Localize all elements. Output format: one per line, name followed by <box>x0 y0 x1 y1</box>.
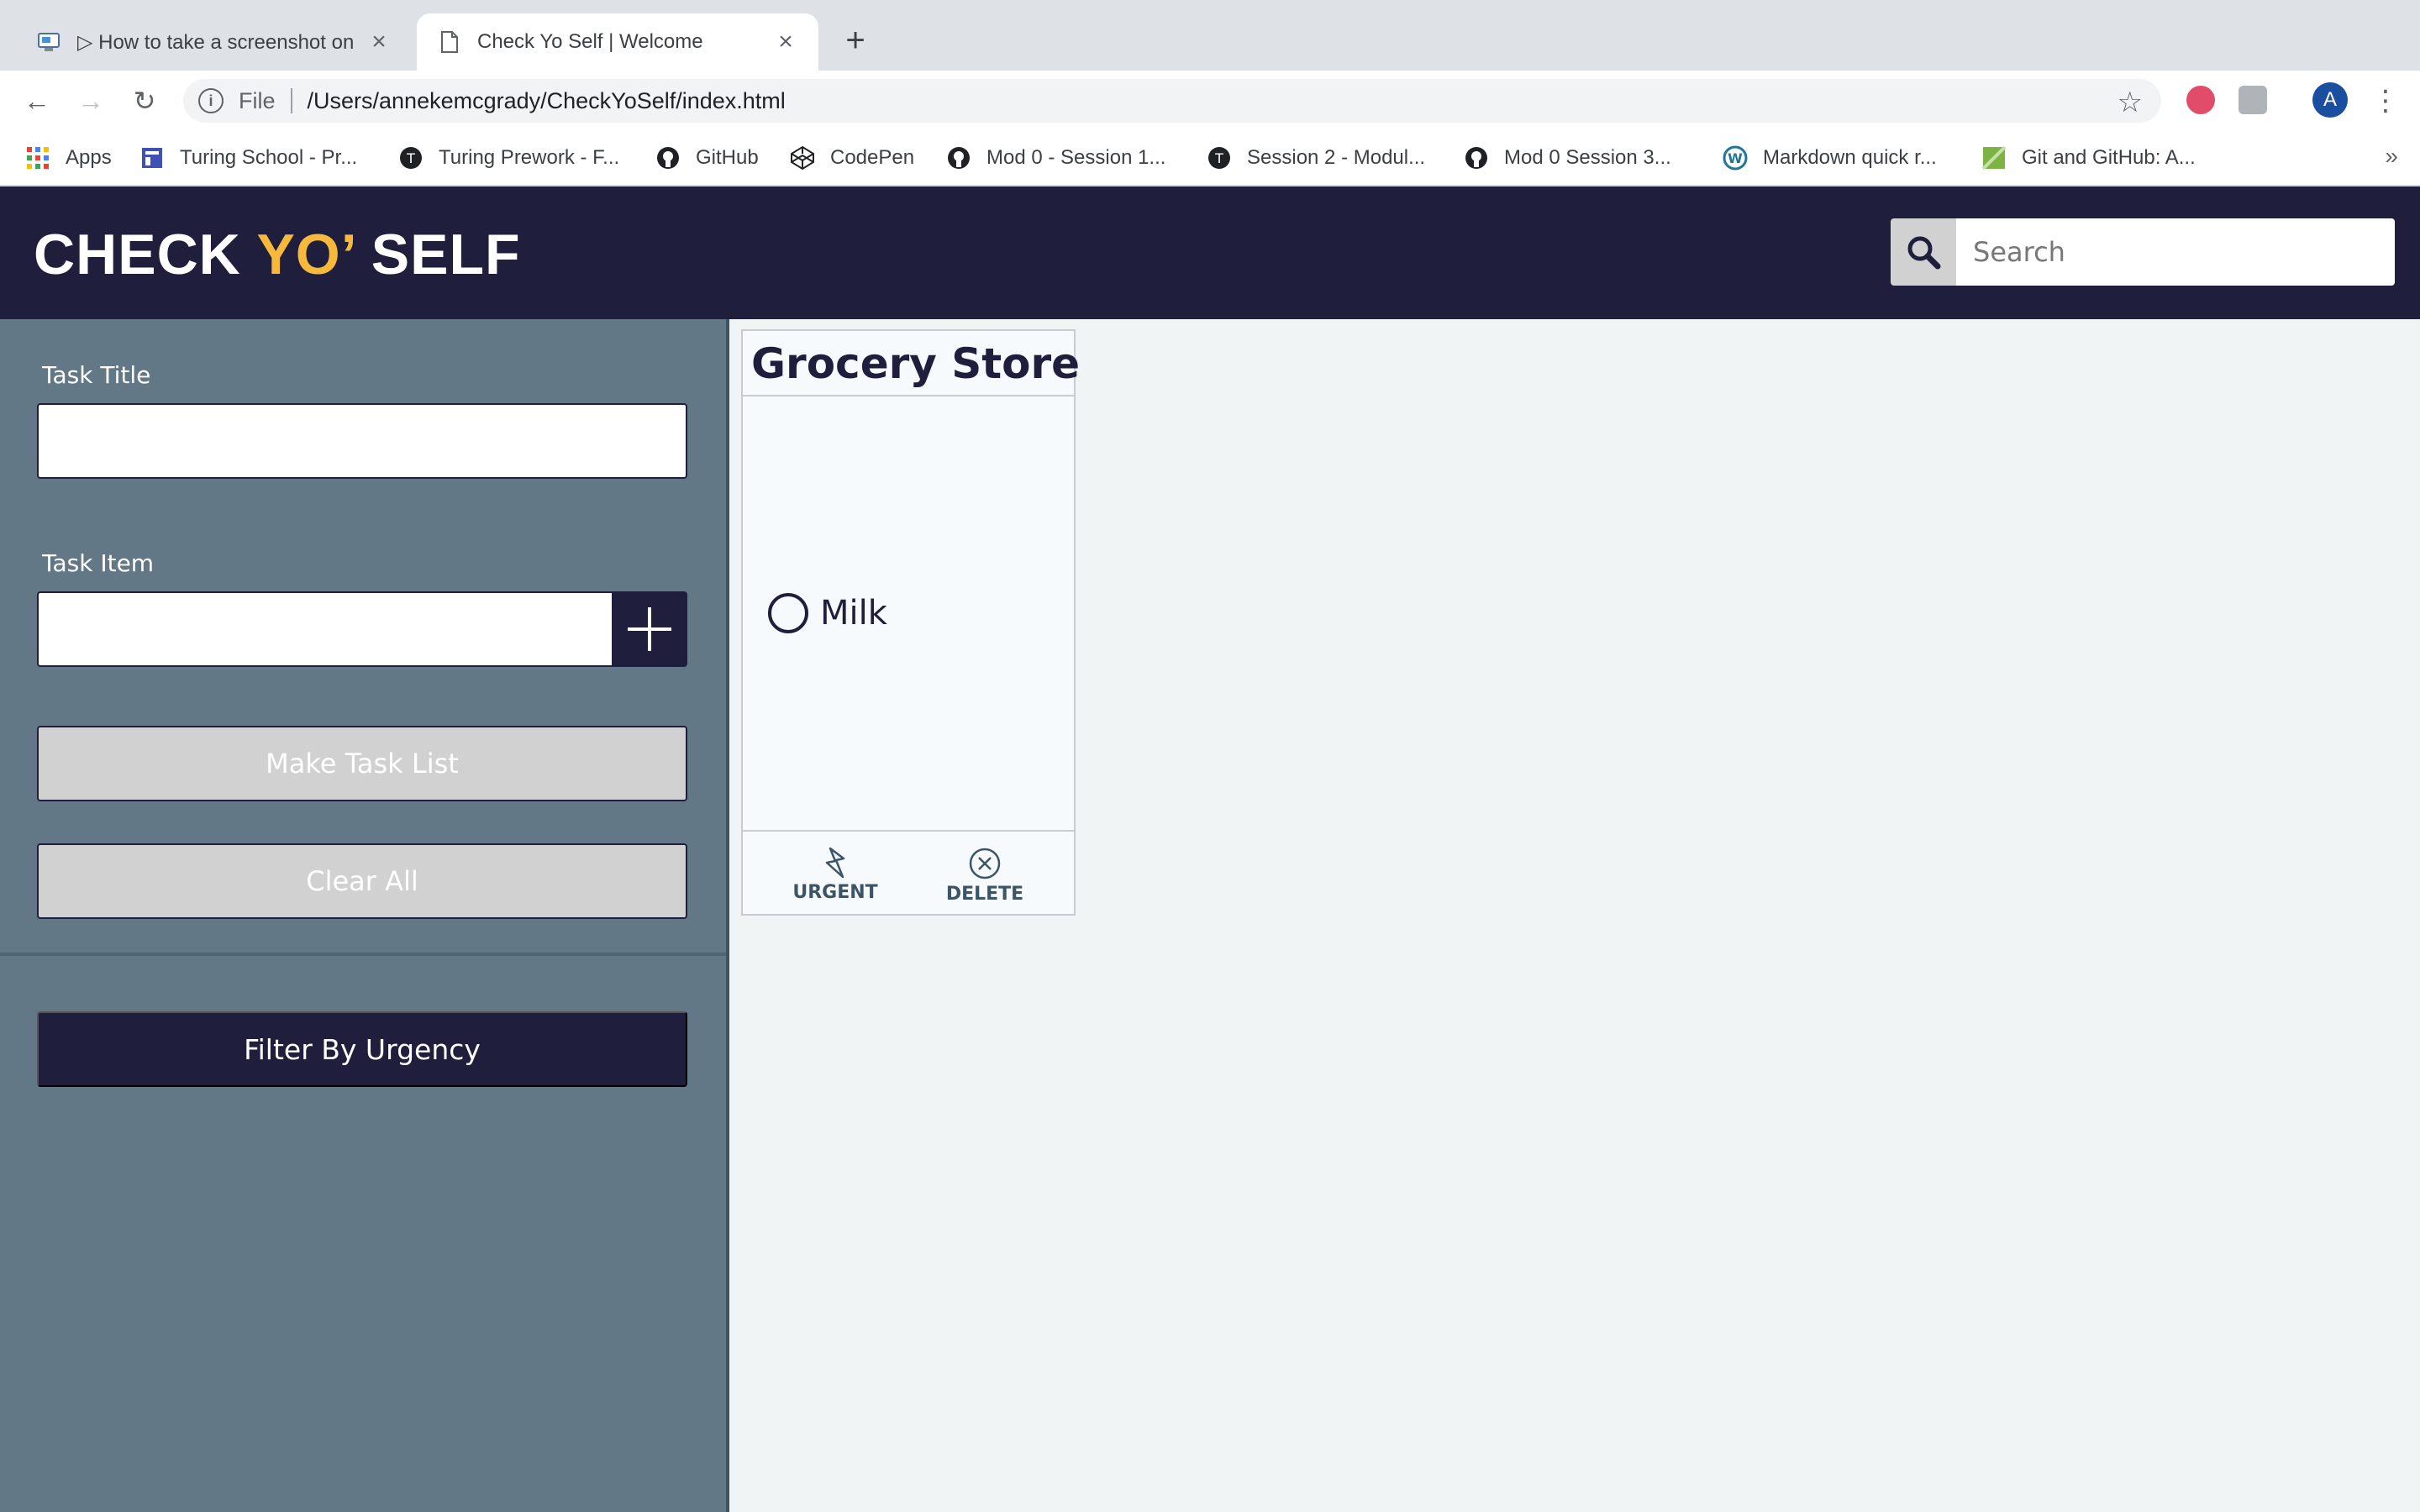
browser-tabstrip: ▷ How to take a screenshot on × Check Yo… <box>0 0 2420 71</box>
bookmark-turing-prework[interactable]: T Turing Prework - F... <box>398 131 619 185</box>
search-button[interactable] <box>1891 218 1956 286</box>
browser-menu-icon[interactable]: ⋮ <box>2371 82 2400 119</box>
search-icon <box>1907 236 1941 270</box>
browser-toolbar: ← → ↻ i File /Users/annekemcgrady/CheckY… <box>0 71 2420 131</box>
bookmarks-bar: Apps Turing School - Pr... T Turing Prew… <box>0 131 2420 186</box>
bookmarks-overflow-icon[interactable]: » <box>2385 143 2398 170</box>
extension-grey-icon[interactable] <box>2238 86 2267 114</box>
browser-tab-check-yo-self[interactable]: Check Yo Self | Welcome × <box>417 13 818 71</box>
reload-icon[interactable]: ↻ <box>126 82 163 119</box>
task-title-label: Task Title <box>42 361 151 389</box>
logo-yo: YO’ <box>256 223 355 286</box>
task-card-area: Grocery Store Milk URGENT DELETE <box>726 319 2420 1512</box>
turing-icon <box>139 145 165 171</box>
task-item-label: Task Item <box>42 549 155 577</box>
task-card-footer: URGENT DELETE <box>743 832 1074 914</box>
svg-text:W: W <box>1728 150 1743 166</box>
urgent-button[interactable]: URGENT <box>785 847 886 903</box>
bookmark-label: GitHub <box>696 146 759 169</box>
bookmark-label: Git and GitHub: A... <box>2022 146 2196 169</box>
bookmark-session2[interactable]: T Session 2 - Modul... <box>1207 131 1425 185</box>
bookmark-image-icon <box>1981 145 2007 171</box>
svg-text:T: T <box>406 150 415 166</box>
urgent-label: URGENT <box>792 882 878 903</box>
logo-self: SELF <box>354 223 521 286</box>
bookmark-turing-school[interactable]: Turing School - Pr... <box>139 131 357 185</box>
bookmark-git-github[interactable]: Git and GitHub: A... <box>1981 131 2196 185</box>
address-bar[interactable]: i File /Users/annekemcgrady/CheckYoSelf/… <box>183 79 2161 123</box>
back-arrow-icon[interactable]: ← <box>18 82 55 119</box>
wordpress-icon: W <box>1723 145 1748 171</box>
bookmark-markdown[interactable]: W Markdown quick r... <box>1723 131 1937 185</box>
browser-tab-screenshot-article[interactable]: ▷ How to take a screenshot on × <box>17 13 412 71</box>
tab-title: ▷ How to take a screenshot on <box>77 30 355 54</box>
tab-title: Check Yo Self | Welcome <box>477 30 703 53</box>
bookmark-github[interactable]: GitHub <box>655 131 759 185</box>
bookmark-label: Session 2 - Modul... <box>1247 146 1426 169</box>
github-icon <box>946 145 971 171</box>
url-scheme: File <box>239 87 276 113</box>
task-card: Grocery Store Milk URGENT DELETE <box>741 329 1080 916</box>
search-input[interactable] <box>1956 218 2395 286</box>
url-text[interactable]: /Users/annekemcgrady/CheckYoSelf/index.h… <box>308 88 786 114</box>
bookmark-label: Turing School - Pr... <box>180 146 358 169</box>
bookmark-label: Turing Prework - F... <box>439 146 620 169</box>
turing-logo-icon: T <box>1207 145 1232 171</box>
task-item-input[interactable] <box>37 591 613 667</box>
url-separator <box>290 88 292 113</box>
document-favicon-icon <box>437 29 462 55</box>
sidebar-divider <box>0 953 726 956</box>
bookmark-label: Mod 0 - Session 1... <box>986 146 1166 169</box>
bookmark-label: Markdown quick r... <box>1763 146 1937 169</box>
profile-avatar[interactable]: A <box>2312 82 2348 118</box>
task-item-text: Milk <box>820 594 887 633</box>
task-item: Milk <box>768 593 887 633</box>
app-header: CHECK YO’ SELF <box>0 186 2420 319</box>
bookmark-apps[interactable]: Apps <box>25 131 112 185</box>
bookmark-mod0-session1[interactable]: Mod 0 - Session 1... <box>946 131 1165 185</box>
apps-grid-icon <box>25 145 50 171</box>
bookmark-codepen[interactable]: CodePen <box>790 131 914 185</box>
info-icon[interactable]: i <box>198 88 224 113</box>
sidebar-form: Task Title Task Item Make Task List Clea… <box>0 319 726 1512</box>
new-tab-button[interactable]: + <box>837 22 874 59</box>
clear-all-button[interactable]: Clear All <box>37 843 687 919</box>
delete-circle-x-icon <box>969 848 1001 879</box>
delete-button[interactable]: DELETE <box>934 847 1035 905</box>
turing-logo-icon: T <box>398 145 424 171</box>
github-icon <box>655 145 681 171</box>
screenshot-favicon-icon <box>37 29 62 55</box>
delete-label: DELETE <box>945 884 1024 905</box>
bookmark-label: CodePen <box>830 146 915 169</box>
extension-red-icon[interactable] <box>2186 86 2215 114</box>
search-bar <box>1891 218 2395 286</box>
bookmark-mod0-session3[interactable]: Mod 0 Session 3... <box>1464 131 1671 185</box>
tab-close-icon[interactable]: × <box>366 28 392 56</box>
forward-arrow-icon[interactable]: → <box>72 82 109 119</box>
task-card-body: Milk <box>743 396 1074 832</box>
tab-close-icon[interactable]: × <box>773 28 798 56</box>
codepen-icon <box>790 145 815 171</box>
bookmark-label: Apps <box>66 146 112 169</box>
task-card-title: Grocery Store <box>743 331 1080 396</box>
logo-check: CHECK <box>34 223 257 286</box>
app-logo: CHECK YO’ SELF <box>34 222 521 287</box>
bookmark-star-icon[interactable]: ☆ <box>2118 86 2143 119</box>
filter-by-urgency-button[interactable]: Filter By Urgency <box>37 1011 687 1087</box>
make-task-list-button[interactable]: Make Task List <box>37 726 687 801</box>
add-task-item-button[interactable] <box>612 591 687 667</box>
plus-icon <box>628 607 671 651</box>
github-icon <box>1464 145 1489 171</box>
task-checkbox-icon[interactable] <box>768 593 808 633</box>
task-title-input[interactable] <box>37 403 687 479</box>
lightning-bolt-icon <box>825 847 845 879</box>
bookmark-label: Mod 0 Session 3... <box>1504 146 1671 169</box>
svg-text:T: T <box>1214 150 1223 166</box>
